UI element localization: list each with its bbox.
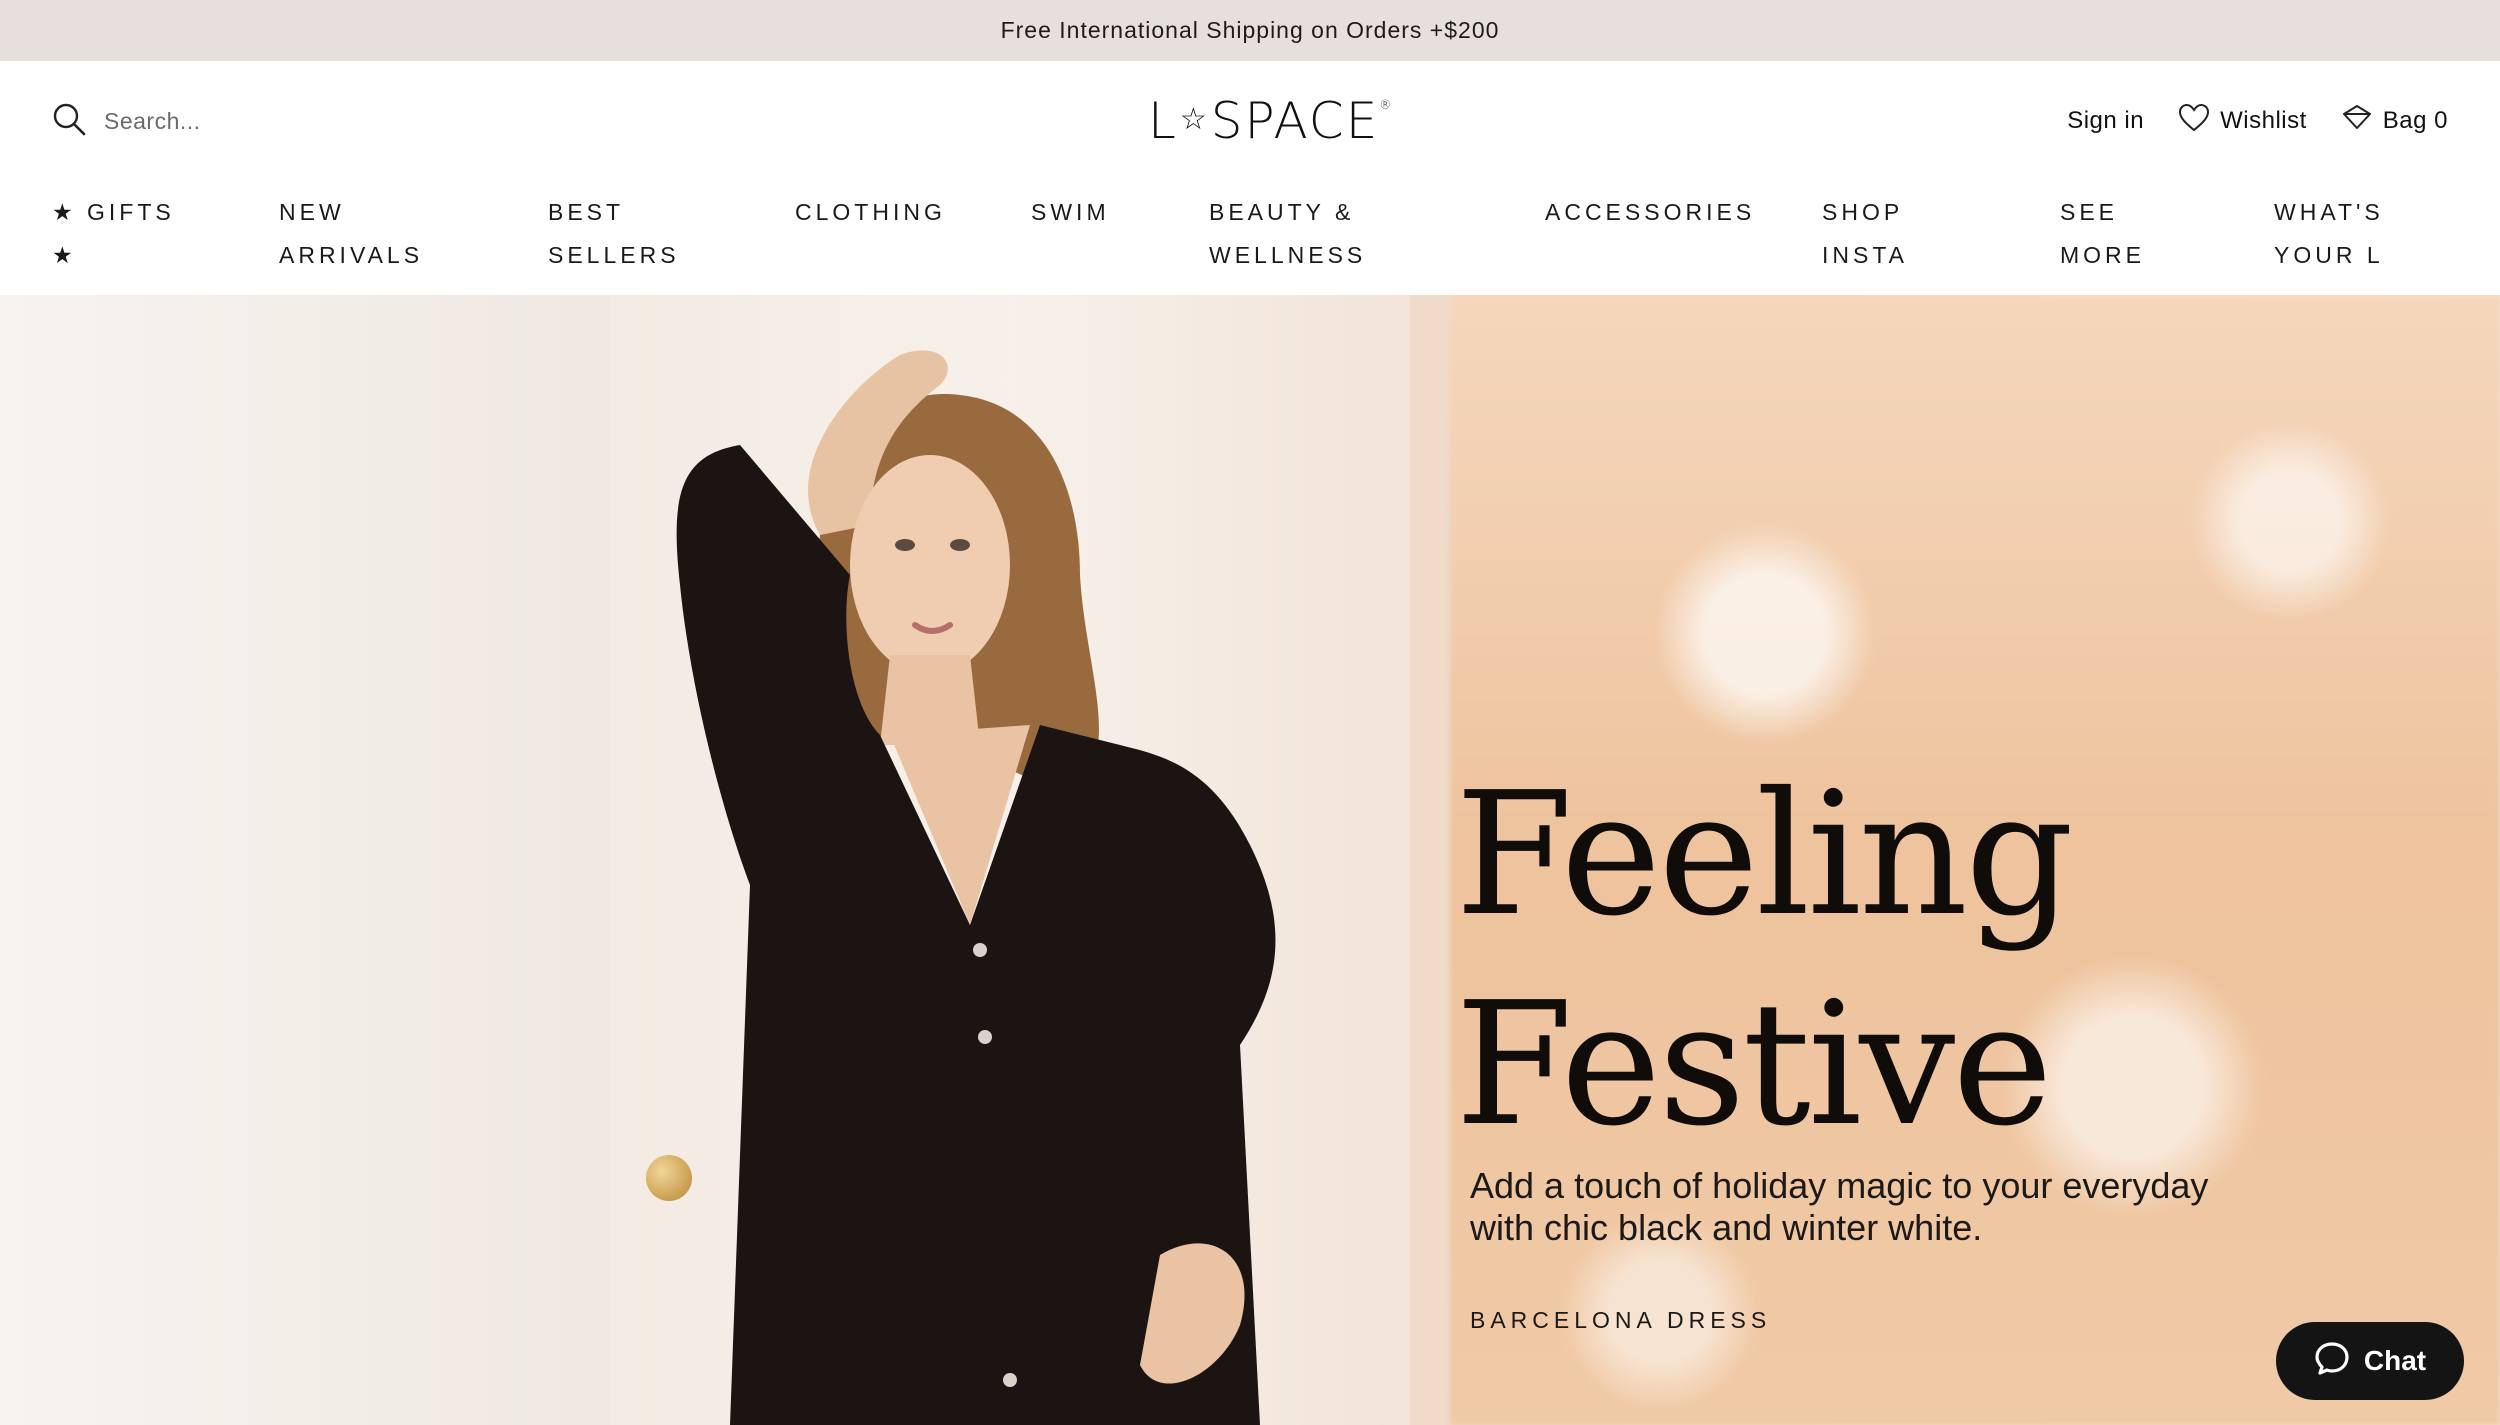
chat-label: Chat (2363, 1345, 2427, 1376)
sign-in-link[interactable]: Sign in (2067, 107, 2144, 135)
bag-label: Bag 0 (2382, 107, 2448, 134)
chat-bubble-icon (2314, 1340, 2350, 1383)
site-header: L ☆ SPACE ® Sign in Wishlist Bag 0 ★ GIF… (0, 61, 2500, 295)
nav-item-shop-insta[interactable]: SHOP INSTA (1822, 191, 1908, 277)
hero-subtext: Add a touch of holiday magic to your eve… (1470, 1165, 2209, 1248)
hero-headline: Feeling Festive (1455, 756, 2074, 1164)
hero-model-image (676, 350, 1276, 1425)
sign-in-label: Sign in (2067, 107, 2145, 134)
hero-product-link[interactable]: BARCELONA DRESS (1470, 1307, 1771, 1334)
nav-item-see-more[interactable]: SEE MORE (2060, 191, 2145, 277)
search-input[interactable] (102, 106, 466, 136)
chat-button[interactable]: Chat (2276, 1322, 2464, 1400)
logo-star: ☆ (1179, 101, 1209, 137)
nav-item-gifts[interactable]: ★ GIFTS ★ (52, 191, 175, 277)
nav-item-swim[interactable]: SWIM (1031, 191, 1110, 234)
nav-item-clothing[interactable]: CLOTHING (795, 191, 946, 234)
nav-item-whats-your-l[interactable]: WHAT'S YOUR L (2274, 191, 2384, 277)
announcement-bar: Free International Shipping on Orders +$… (0, 0, 2500, 61)
nav-item-accessories[interactable]: ACCESSORIES (1545, 191, 1755, 234)
bag-link[interactable]: Bag 0 (2341, 102, 2448, 141)
wishlist-link[interactable]: Wishlist (2178, 102, 2307, 141)
bag-icon (2341, 102, 2373, 141)
logo-word-space: SPACE (1210, 92, 1380, 150)
nav-item-beauty-wellness[interactable]: BEAUTY & WELLNESS (1209, 191, 1366, 277)
nav-item-new-arrivals[interactable]: NEW ARRIVALS (279, 191, 423, 277)
search-bar[interactable] (52, 101, 466, 141)
main-nav: ★ GIFTS ★ NEW ARRIVALS BEST SELLERS CLOT… (0, 191, 2500, 295)
wishlist-label: Wishlist (2220, 107, 2307, 134)
nav-item-best-sellers[interactable]: BEST SELLERS (548, 191, 680, 277)
announcement-text: Free International Shipping on Orders +$… (1000, 17, 1500, 43)
utility-nav: Sign in Wishlist Bag 0 (2067, 101, 2448, 141)
logo-letter-l: L (1148, 92, 1178, 150)
search-icon[interactable] (52, 102, 86, 141)
logo-registered-mark: ® (1379, 98, 1394, 112)
hero-banner[interactable]: Feeling Festive Add a touch of holiday m… (0, 295, 2500, 1425)
site-logo[interactable]: L ☆ SPACE ® (1148, 91, 1393, 151)
heart-icon (2178, 102, 2210, 141)
